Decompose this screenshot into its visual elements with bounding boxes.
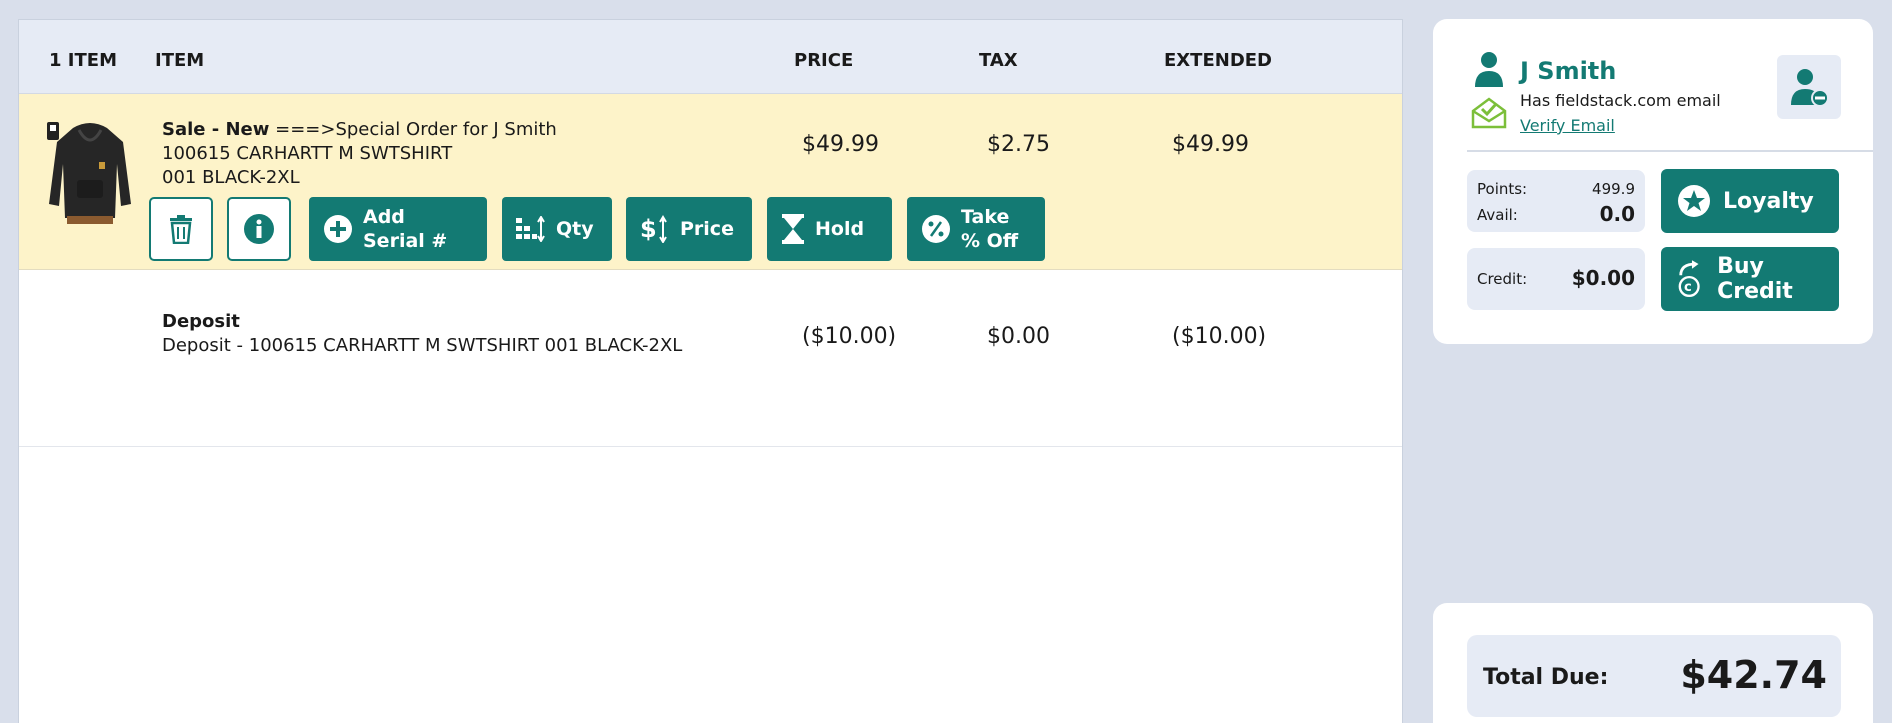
- percent-icon: [922, 215, 950, 243]
- product-image: [47, 120, 133, 224]
- qty-label: Qty: [556, 218, 594, 240]
- points-value: 499.9: [1592, 180, 1635, 198]
- take-off-label-2: % Off: [961, 230, 1019, 252]
- cart-row-deposit[interactable]: Deposit Deposit - 100615 CARHARTT M SWTS…: [19, 270, 1402, 447]
- avail-value: 0.0: [1599, 202, 1635, 226]
- take-percent-off-button[interactable]: Take% Off: [907, 197, 1045, 261]
- total-due-box: Total Due: $42.74: [1467, 635, 1841, 717]
- cart-row-sale[interactable]: Sale - New ===>Special Order for J Smith…: [19, 94, 1402, 270]
- total-card: Total Due: $42.74: [1433, 603, 1873, 723]
- hourglass-icon: [782, 214, 804, 244]
- credit-box: Credit: $0.00: [1467, 248, 1645, 310]
- credit-value: $0.00: [1571, 266, 1635, 290]
- qty-sort-icon: [516, 216, 545, 242]
- add-serial-label-1: Add: [363, 206, 405, 228]
- points-label: Points:: [1477, 180, 1528, 198]
- delete-item-button[interactable]: [149, 197, 213, 261]
- header-tax: TAX: [979, 50, 1018, 71]
- price-button[interactable]: $ Price: [626, 197, 752, 261]
- take-off-label-1: Take: [961, 206, 1010, 228]
- price-sort-icon: $: [640, 215, 667, 243]
- email-status: Has fieldstack.com email: [1520, 91, 1721, 110]
- loyalty-label: Loyalty: [1723, 188, 1814, 214]
- deposit-tax: $0.00: [987, 324, 1050, 349]
- sale-description: Sale - New ===>Special Order for J Smith…: [162, 118, 557, 190]
- qty-button[interactable]: Qty: [502, 197, 612, 261]
- sale-title-rest: ===>Special Order for J Smith: [269, 119, 557, 140]
- loyalty-button[interactable]: Loyalty: [1661, 169, 1839, 233]
- info-icon: [244, 214, 274, 244]
- hold-button[interactable]: Hold: [767, 197, 892, 261]
- avail-label: Avail:: [1477, 206, 1518, 224]
- trash-icon: [170, 215, 192, 244]
- item-info-button[interactable]: [227, 197, 291, 261]
- customer-name[interactable]: J Smith: [1520, 57, 1616, 85]
- deposit-price: ($10.00): [802, 324, 897, 349]
- header-item-count: 1 ITEM: [49, 50, 117, 71]
- sale-title-bold: Sale - New: [162, 119, 270, 140]
- total-due-label: Total Due:: [1483, 665, 1609, 690]
- credit-label: Credit:: [1477, 270, 1528, 288]
- deposit-title: Deposit: [162, 311, 240, 332]
- buy-credit-label: Buy Credit: [1717, 254, 1793, 304]
- total-due-value: $42.74: [1680, 653, 1827, 697]
- deposit-line: Deposit - 100615 CARHARTT M SWTSHIRT 001…: [162, 335, 683, 356]
- cart-table-header: 1 ITEM ITEM PRICE TAX EXTENDED: [19, 20, 1402, 94]
- credit-icon: c: [1678, 260, 1700, 298]
- svg-text:$: $: [640, 215, 657, 243]
- remove-customer-button[interactable]: [1777, 55, 1841, 119]
- plus-circle-icon: [324, 215, 352, 243]
- sale-extended: $49.99: [1172, 132, 1249, 157]
- deposit-description: Deposit Deposit - 100615 CARHARTT M SWTS…: [162, 310, 682, 358]
- customer-card: J Smith Has fieldstack.com email Verify …: [1433, 19, 1873, 344]
- cart-panel: 1 ITEM ITEM PRICE TAX EXTENDED Sale - Ne…: [18, 19, 1403, 723]
- sale-line-3: 001 BLACK-2XL: [162, 167, 300, 188]
- buy-credit-button[interactable]: c Buy Credit: [1661, 247, 1839, 311]
- sale-price: $49.99: [802, 132, 879, 157]
- person-icon: [1475, 52, 1503, 87]
- remove-customer-icon: [1791, 69, 1829, 107]
- add-serial-label-2: Serial #: [363, 230, 448, 252]
- header-extended: EXTENDED: [1164, 50, 1272, 71]
- deposit-extended: ($10.00): [1172, 324, 1267, 349]
- points-box: Points: 499.9 Avail: 0.0: [1467, 170, 1645, 232]
- email-check-icon: [1471, 97, 1507, 129]
- header-item: ITEM: [155, 50, 205, 71]
- hold-label: Hold: [815, 218, 865, 240]
- price-label: Price: [680, 218, 734, 240]
- add-serial-button[interactable]: Add Serial #: [309, 197, 487, 261]
- svg-text:c: c: [1684, 280, 1692, 295]
- star-icon: [1678, 185, 1710, 217]
- header-price: PRICE: [794, 50, 854, 71]
- sale-line-2: 100615 CARHARTT M SWTSHIRT: [162, 143, 453, 164]
- verify-email-link[interactable]: Verify Email: [1520, 116, 1615, 135]
- customer-divider: [1467, 150, 1873, 152]
- sale-tax: $2.75: [987, 132, 1050, 157]
